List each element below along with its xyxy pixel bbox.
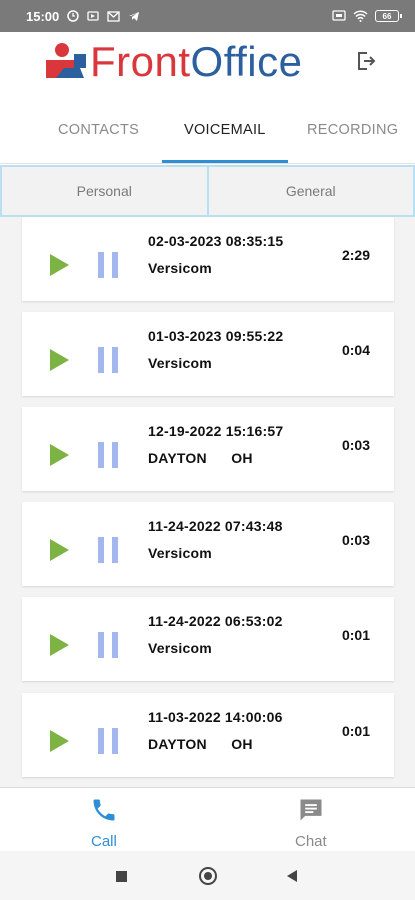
alarm-icon [67,10,79,22]
tab-bar: CONTACTS VOICEMAIL RECORDING [0,100,415,164]
clock: 15:00 [26,8,60,24]
telegram-icon [129,12,140,21]
tab-voicemail[interactable]: VOICEMAIL [184,122,266,138]
voicemail-date: 12-19-2022 15:16:57 [148,423,284,439]
tab-divider [0,163,415,164]
voicemail-item[interactable]: 01-03-2023 09:55:22 Versicom 0:04 [22,312,394,396]
logout-icon[interactable] [355,50,377,72]
mailbox-selector: Personal General [0,165,415,217]
voicemail-date: 11-24-2022 06:53:02 [148,613,283,629]
recents-icon[interactable] [116,871,127,882]
voicemail-duration: 0:01 [341,627,370,643]
segment-personal[interactable]: Personal [0,165,208,217]
voicemail-caller: Versicom [148,640,212,656]
voicemail-duration: 0:03 [341,437,370,453]
nav-chat[interactable]: Chat [208,788,415,852]
play-icon[interactable] [48,253,70,277]
voicemail-caller: DAYTON OH [148,736,253,752]
voicemail-duration: 0:01 [341,723,370,739]
voicemail-caller: Versicom [148,355,212,371]
tab-recording[interactable]: RECORDING [307,122,398,138]
nav-call[interactable]: Call [0,788,207,852]
voicemail-caller: DAYTON OH [148,450,253,466]
voicemail-caller: Versicom [148,545,212,561]
home-icon[interactable] [199,867,217,885]
voicemail-item[interactable]: 11-24-2022 06:53:02 Versicom 0:01 [22,597,394,681]
bottom-nav: Call Chat [0,787,415,851]
screen-icon [332,10,346,21]
media-icon [87,11,99,21]
voicemail-item[interactable]: 11-03-2022 14:00:06 DAYTON OH 0:01 [22,693,394,777]
pause-icon[interactable] [96,728,120,754]
tab-contacts[interactable]: CONTACTS [58,122,139,138]
voicemail-item[interactable]: 02-03-2023 08:35:15 Versicom 2:29 [22,217,394,301]
back-icon[interactable] [287,870,297,882]
pause-icon[interactable] [96,632,120,658]
pause-icon[interactable] [96,347,120,373]
logo-office: Office [190,38,303,85]
play-icon[interactable] [48,538,70,562]
voicemail-date: 11-03-2022 14:00:06 [148,709,283,725]
wifi-icon [353,10,368,22]
voicemail-item[interactable]: 12-19-2022 15:16:57 DAYTON OH 0:03 [22,407,394,491]
voicemail-duration: 0:03 [341,532,370,548]
battery-level: 66 [382,11,392,21]
status-bar: 15:00 66 [0,0,415,32]
voicemail-date: 01-03-2023 09:55:22 [148,328,284,344]
logo-front: Front [90,38,191,85]
app-header: FrontOffice [0,32,415,100]
voicemail-date: 11-24-2022 07:43:48 [148,518,283,534]
voicemail-duration: 2:29 [341,247,370,263]
logo-person-icon [46,43,86,78]
pause-icon[interactable] [96,442,120,468]
voicemail-date: 02-03-2023 08:35:15 [148,233,284,249]
segment-general[interactable]: General [207,165,415,217]
nav-call-label: Call [91,833,117,850]
pause-icon[interactable] [96,252,120,278]
voicemail-item[interactable]: 11-24-2022 07:43:48 Versicom 0:03 [22,502,394,586]
frontoffice-logo: FrontOffice [44,40,302,84]
mail-icon [107,10,120,22]
battery-icon: 66 [375,10,402,22]
system-nav-bar [0,851,415,900]
phone-icon [93,799,115,821]
chat-icon [300,799,322,821]
logo-text: FrontOffice [90,40,302,84]
voicemail-duration: 0:04 [341,342,370,358]
play-icon[interactable] [48,348,70,372]
voicemail-caller: Versicom [148,260,212,276]
play-icon[interactable] [48,729,70,753]
pause-icon[interactable] [96,537,120,563]
nav-chat-label: Chat [295,833,327,850]
play-icon[interactable] [48,443,70,467]
play-icon[interactable] [48,633,70,657]
voicemail-list[interactable]: 02-03-2023 08:35:15 Versicom 2:29 01-03-… [0,217,415,787]
